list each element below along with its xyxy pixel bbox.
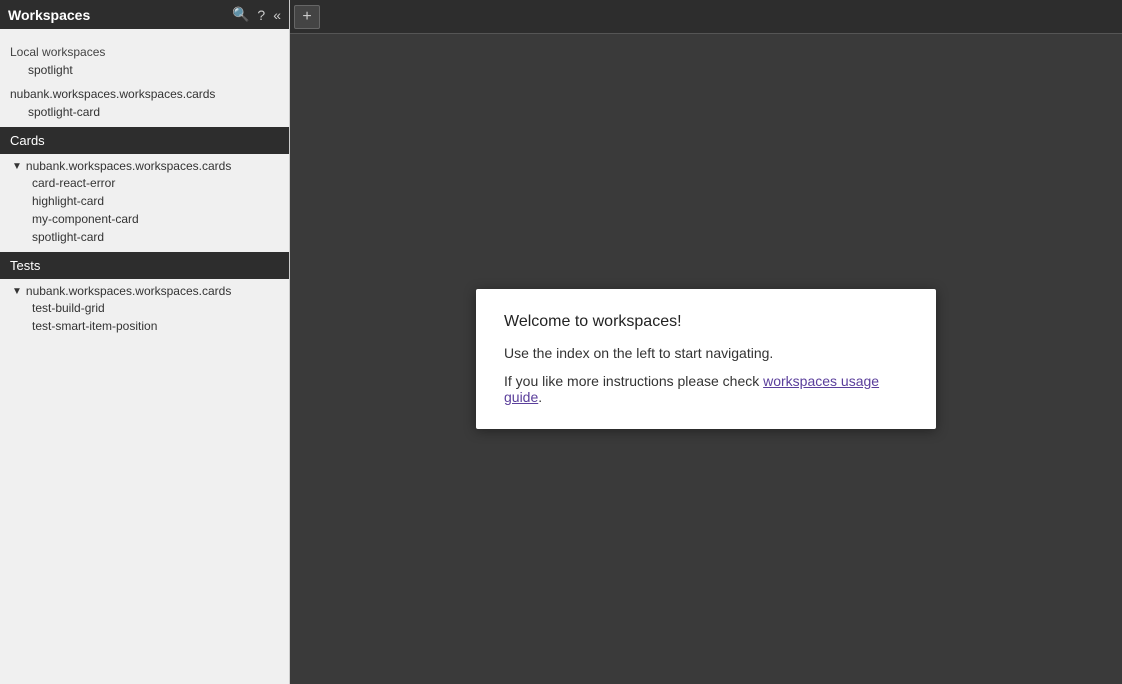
tab-bar: + <box>290 0 1122 34</box>
welcome-card: Welcome to workspaces! Use the index on … <box>476 289 936 429</box>
spotlight-card-local-item[interactable]: spotlight-card <box>0 103 289 121</box>
welcome-subtitle: Use the index on the left to start navig… <box>504 345 908 361</box>
cards-section-label: Cards <box>10 133 45 148</box>
search-icon[interactable]: 🔍 <box>232 6 249 23</box>
card-react-error-item[interactable]: card-react-error <box>0 174 289 192</box>
collapse-icon[interactable]: « <box>273 7 281 23</box>
sidebar-content: Local workspaces spotlight nubank.worksp… <box>0 29 289 343</box>
welcome-text-before-link: If you like more instructions please che… <box>504 373 763 389</box>
section-header-tests[interactable]: Tests <box>0 252 289 279</box>
sidebar-header: Workspaces 🔍 ? « <box>0 0 289 29</box>
welcome-title: Welcome to workspaces! <box>504 313 908 331</box>
cards-namespace-label: nubank.workspaces.workspaces.cards <box>26 159 231 173</box>
add-tab-button[interactable]: + <box>294 5 320 29</box>
welcome-text-after-link: . <box>538 389 542 405</box>
namespace-local-item[interactable]: nubank.workspaces.workspaces.cards <box>0 85 289 103</box>
triangle-icon: ▼ <box>12 161 22 172</box>
test-build-grid-item[interactable]: test-build-grid <box>0 299 289 317</box>
content-area: Welcome to workspaces! Use the index on … <box>290 34 1122 684</box>
my-component-card-item[interactable]: my-component-card <box>0 210 289 228</box>
local-workspaces-label: Local workspaces <box>0 37 289 61</box>
tests-namespace-row[interactable]: ▼ nubank.workspaces.workspaces.cards <box>0 281 289 299</box>
triangle-tests-icon: ▼ <box>12 286 22 297</box>
sidebar: Workspaces 🔍 ? « Local workspaces spotli… <box>0 0 290 684</box>
main-area: + Welcome to workspaces! Use the index o… <box>290 0 1122 684</box>
welcome-text: If you like more instructions please che… <box>504 373 908 405</box>
local-spotlight-item[interactable]: spotlight <box>0 61 289 79</box>
sidebar-title: Workspaces <box>8 7 90 23</box>
help-icon[interactable]: ? <box>257 7 265 23</box>
test-smart-item-position-item[interactable]: test-smart-item-position <box>0 317 289 335</box>
section-header-cards[interactable]: Cards <box>0 127 289 154</box>
highlight-card-item[interactable]: highlight-card <box>0 192 289 210</box>
sidebar-header-icons: 🔍 ? « <box>232 6 281 23</box>
tests-namespace-label: nubank.workspaces.workspaces.cards <box>26 284 231 298</box>
spotlight-card-item[interactable]: spotlight-card <box>0 228 289 246</box>
tests-section-label: Tests <box>10 258 40 273</box>
cards-namespace-row[interactable]: ▼ nubank.workspaces.workspaces.cards <box>0 156 289 174</box>
